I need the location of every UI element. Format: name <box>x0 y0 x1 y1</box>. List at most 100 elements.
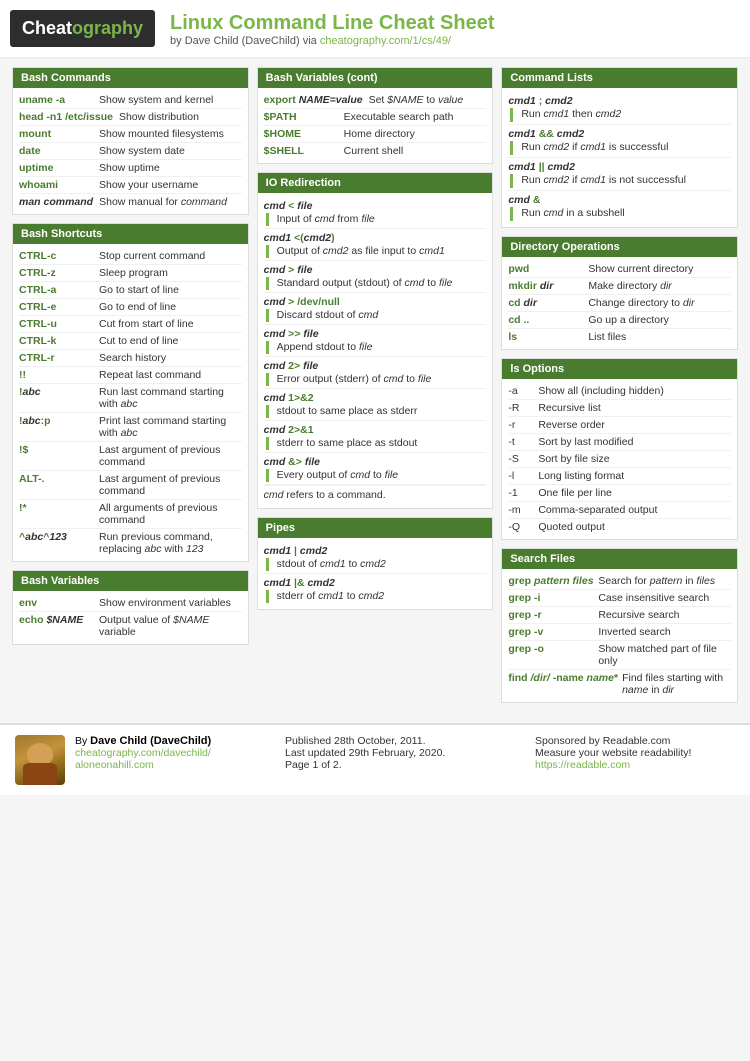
cmd-key: !! <box>19 369 99 381</box>
table-row: find /dir/ -name name* Find files starti… <box>508 670 731 698</box>
ls-key: -R <box>508 402 538 414</box>
io-desc: stdout to same place as stderr <box>266 405 487 418</box>
command-lists-header: Command Lists <box>502 68 737 88</box>
table-row: mkdir dir Make directory dir <box>508 278 731 295</box>
directory-ops-body: pwd Show current directory mkdir dir Mak… <box>502 257 737 349</box>
io-desc: Discard stdout of cmd <box>266 309 487 322</box>
table-row: cmd 2> file Error output (stderr) of cmd… <box>264 357 487 389</box>
sponsor-sub: Measure your website readability! <box>535 747 691 759</box>
table-row: cmd > file Standard output (stdout) of c… <box>264 261 487 293</box>
cmd-desc: Run last command starting with abc <box>99 386 242 410</box>
cmd-desc: Show mounted filesystems <box>99 128 242 140</box>
table-row: cmd & Run cmd in a subshell <box>508 191 731 223</box>
bash-variables-header: Bash Variables <box>13 571 248 591</box>
sf-desc: Case insensitive search <box>598 592 731 604</box>
pipe-cmd: cmd1 | cmd2 <box>264 544 487 558</box>
cmd-desc: Run previous command, replacing abc with… <box>99 531 242 555</box>
page-subtitle: by Dave Child (DaveChild) via cheatograp… <box>170 35 494 47</box>
cmd-key: CTRL-z <box>19 267 99 279</box>
cmd-desc: Go up a directory <box>588 314 731 326</box>
cmd-desc: Last argument of previous command <box>99 444 242 468</box>
pipe-cmd: cmd1 |& cmd2 <box>264 576 487 590</box>
io-desc: Append stdout to file <box>266 341 487 354</box>
cmd-key: $HOME <box>264 128 344 140</box>
bash-commands-body: uname -a Show system and kernel head -n1… <box>13 88 248 214</box>
sf-desc: Inverted search <box>598 626 731 638</box>
cmd-desc: List files <box>588 331 731 343</box>
table-row: -m Comma-separated output <box>508 502 731 519</box>
sf-key: grep -i <box>508 592 598 604</box>
ls-key: -l <box>508 470 538 482</box>
table-row: -t Sort by last modified <box>508 434 731 451</box>
sf-desc: Recursive search <box>598 609 731 621</box>
cmd-key: whoami <box>19 179 99 191</box>
table-row: date Show system date <box>19 143 242 160</box>
cmd-key: CTRL-u <box>19 318 99 330</box>
cmd-desc: Go to start of line <box>99 284 242 296</box>
bash-commands-section: Bash Commands uname -a Show system and k… <box>12 67 249 215</box>
cmd-key: mkdir dir <box>508 280 588 292</box>
table-row: CTRL-r Search history <box>19 350 242 367</box>
col-1: Bash Commands uname -a Show system and k… <box>8 67 253 653</box>
footer-publication: Published 28th October, 2011. Last updat… <box>285 735 525 771</box>
io-cmd: cmd < file <box>264 199 487 213</box>
author-link-1[interactable]: cheatography.com/davechild/ <box>75 747 211 759</box>
cmd-key: mount <box>19 128 99 140</box>
cmd-key: pwd <box>508 263 588 275</box>
cmd-key: env <box>19 597 99 609</box>
table-row: $SHELL Current shell <box>264 143 487 159</box>
header-text: Linux Command Line Cheat Sheet by Dave C… <box>170 11 494 47</box>
sponsor-link[interactable]: https://readable.com <box>535 759 630 771</box>
ls-desc: Quoted output <box>538 521 605 533</box>
table-row: cd .. Go up a directory <box>508 312 731 329</box>
bash-shortcuts-body: CTRL-c Stop current command CTRL-z Sleep… <box>13 244 248 561</box>
cl-desc: Run cmd2 if cmd1 is successful <box>510 141 731 155</box>
author-link-2[interactable]: aloneonahill.com <box>75 759 154 771</box>
cmd-desc: Show current directory <box>588 263 731 275</box>
logo: Cheatography <box>10 10 155 47</box>
table-row: cmd 1>&2 stdout to same place as stderr <box>264 389 487 421</box>
cmd-key: uptime <box>19 162 99 174</box>
cmd-desc: Show environment variables <box>99 597 242 609</box>
cmd-key: !$ <box>19 444 99 456</box>
ls-desc: Sort by last modified <box>538 436 633 448</box>
ls-desc: Recursive list <box>538 402 600 414</box>
cmd-desc: Current shell <box>344 145 487 157</box>
table-row: cd dir Change directory to dir <box>508 295 731 312</box>
table-row: ALT-. Last argument of previous command <box>19 471 242 500</box>
io-cmd: cmd 2>&1 <box>264 423 487 437</box>
cheatography-link[interactable]: cheatography.com/1/cs/49/ <box>320 35 451 47</box>
cmd-desc: Show distribution <box>119 111 242 123</box>
cl-cmd: cmd1 && cmd2 <box>508 127 731 141</box>
updated-text: Last updated 29th February, 2020. <box>285 747 445 759</box>
table-row: cmd1 ; cmd2 Run cmd1 then cmd2 <box>508 92 731 125</box>
ls-key: -1 <box>508 487 538 499</box>
bash-variables-cont-body: export NAME=value Set $NAME to value $PA… <box>258 88 493 163</box>
table-row: head -n1 /etc/issue Show distribution <box>19 109 242 126</box>
cmd-key: CTRL-a <box>19 284 99 296</box>
avatar <box>15 735 65 785</box>
pipes-section: Pipes cmd1 | cmd2 stdout of cmd1 to cmd2… <box>257 517 494 610</box>
sf-key: grep -o <box>508 643 598 655</box>
bash-variables-cont-header: Bash Variables (cont) <box>258 68 493 88</box>
cmd-desc: Repeat last command <box>99 369 242 381</box>
cl-cmd: cmd1 ; cmd2 <box>508 94 731 108</box>
ls-key: -m <box>508 504 538 516</box>
cmd-desc: Cut to end of line <box>99 335 242 347</box>
io-redirection-section: IO Redirection cmd < file Input of cmd f… <box>257 172 494 509</box>
cmd-key: date <box>19 145 99 157</box>
table-row: cmd &> file Every output of cmd to file <box>264 453 487 485</box>
table-row: man command Show manual for command <box>19 194 242 210</box>
command-lists-section: Command Lists cmd1 ; cmd2 Run cmd1 then … <box>501 67 738 228</box>
cl-desc: Run cmd1 then cmd2 <box>510 108 731 122</box>
table-row: cmd1 |& cmd2 stderr of cmd1 to cmd2 <box>264 574 487 605</box>
table-row: CTRL-z Sleep program <box>19 265 242 282</box>
page-text: Page 1 of 2. <box>285 759 342 771</box>
io-redirection-body: cmd < file Input of cmd from file cmd1 <… <box>258 193 493 508</box>
table-row: !$ Last argument of previous command <box>19 442 242 471</box>
cmd-key: cd .. <box>508 314 588 326</box>
cmd-desc: Make directory dir <box>588 280 731 292</box>
cmd-desc: Print last command starting with abc <box>99 415 242 439</box>
cl-desc: Run cmd in a subshell <box>510 207 731 221</box>
table-row: !! Repeat last command <box>19 367 242 384</box>
